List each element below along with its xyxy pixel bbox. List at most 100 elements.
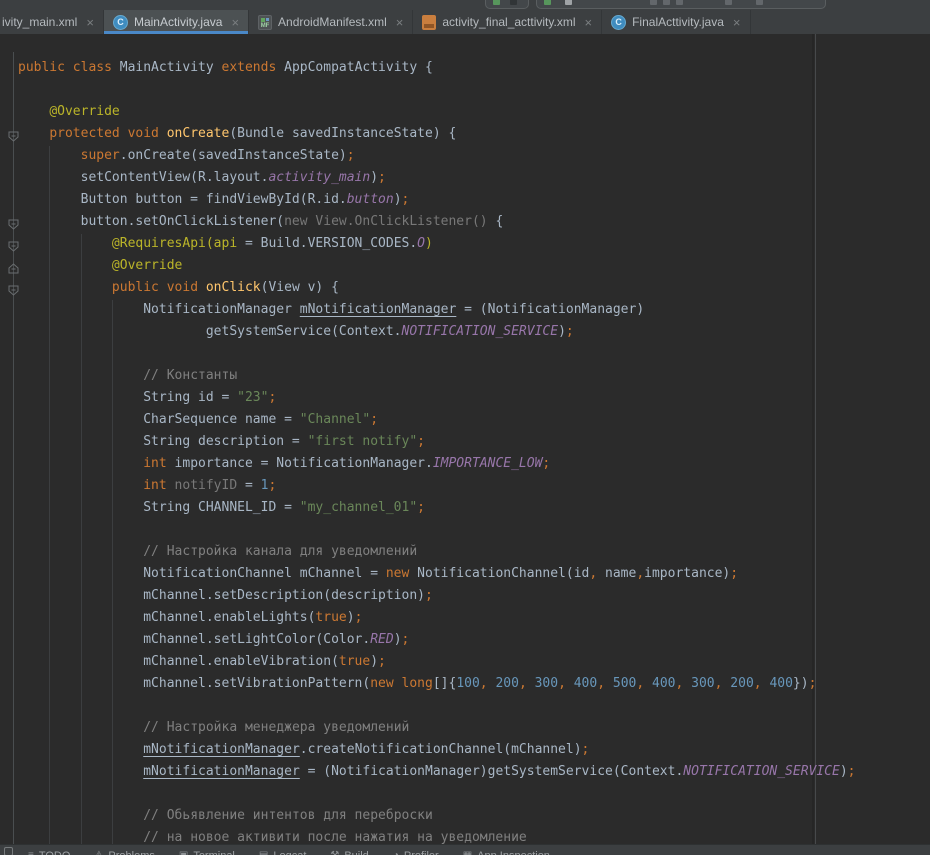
code-token: [18, 544, 143, 559]
code-token: 300: [535, 676, 558, 691]
code-block[interactable]: public class MainActivity extends AppCom…: [18, 57, 856, 844]
toolwindow-profiler[interactable]: ◔ Profiler: [393, 850, 439, 855]
code-line[interactable]: mChannel.enableVibration(true);: [18, 651, 856, 673]
code-line[interactable]: [18, 783, 856, 805]
code-token: ;: [268, 478, 276, 493]
code-line[interactable]: mNotificationManager.createNotificationC…: [18, 739, 856, 761]
code-line[interactable]: // Настройка канала для уведомлений: [18, 541, 856, 563]
code-line[interactable]: getSystemService(Context.NOTIFICATION_SE…: [18, 321, 856, 343]
code-token: [18, 368, 143, 383]
toolwindow-label: Logcat: [273, 850, 306, 855]
code-line[interactable]: // на новое активити после нажатия на ув…: [18, 827, 856, 844]
code-line[interactable]: // Обьявление интентов для переброски: [18, 805, 856, 827]
code-line[interactable]: [18, 343, 856, 365]
terminal-icon: ▣: [179, 851, 188, 855]
tab-activity-final-acttivity-xml[interactable]: activity_final_acttivity.xml ×: [413, 10, 602, 34]
code-line[interactable]: NotificationManager mNotificationManager…: [18, 299, 856, 321]
code-line[interactable]: mNotificationManager = (NotificationMana…: [18, 761, 856, 783]
code-line[interactable]: CharSequence name = "Channel";: [18, 409, 856, 431]
code-line[interactable]: mChannel.setVibrationPattern(new long[]{…: [18, 673, 856, 695]
code-token: @Override: [112, 258, 182, 273]
close-icon[interactable]: ×: [733, 16, 741, 29]
close-icon[interactable]: ×: [86, 16, 94, 29]
code-token: mNotificationManager: [300, 302, 457, 317]
window-layout-icon[interactable]: [4, 847, 13, 855]
code-line[interactable]: int notifyID = 1;: [18, 475, 856, 497]
code-token: setContentView(R.layout.: [18, 170, 268, 185]
code-line[interactable]: int importance = NotificationManager.IMP…: [18, 453, 856, 475]
close-icon[interactable]: ×: [396, 16, 404, 29]
code-token: 500: [613, 676, 636, 691]
code-token: NotificationManager: [18, 302, 300, 317]
code-token: "23": [237, 390, 268, 405]
code-token: button.setOnClickListener(: [18, 214, 284, 229]
code-line[interactable]: public class MainActivity extends AppCom…: [18, 57, 856, 79]
code-line[interactable]: button.setOnClickListener(new View.OnCli…: [18, 211, 856, 233]
code-editor[interactable]: public class MainActivity extends AppCom…: [0, 34, 930, 844]
code-line[interactable]: @Override: [18, 255, 856, 277]
close-icon[interactable]: ×: [231, 16, 239, 29]
code-token: 400: [652, 676, 675, 691]
code-line[interactable]: mChannel.setLightColor(Color.RED);: [18, 629, 856, 651]
code-line[interactable]: Button button = findViewById(R.id.button…: [18, 189, 856, 211]
tab-activity-main-xml[interactable]: ivity_main.xml ×: [0, 10, 104, 34]
tab-label: FinalActtivity.java: [632, 15, 724, 29]
code-token: ): [370, 654, 378, 669]
code-line[interactable]: protected void onCreate(Bundle savedInst…: [18, 123, 856, 145]
code-line[interactable]: @RequiresApi(api = Build.VERSION_CODES.O…: [18, 233, 856, 255]
toolwindow-terminal[interactable]: ▣ Terminal: [179, 850, 235, 855]
code-line[interactable]: public void onClick(View v) {: [18, 277, 856, 299]
code-token: 200: [730, 676, 753, 691]
java-class-icon: C: [113, 15, 128, 30]
toolwindow-build[interactable]: ⚒ Build: [330, 850, 368, 855]
code-line[interactable]: super.onCreate(savedInstanceState);: [18, 145, 856, 167]
code-token: // Константы: [143, 368, 237, 383]
code-token: [18, 148, 81, 163]
code-token: ,: [754, 676, 770, 691]
code-token: NotificationChannel(id: [417, 566, 589, 581]
code-token: [18, 478, 143, 493]
code-line[interactable]: String CHANNEL_ID = "my_channel_01";: [18, 497, 856, 519]
toolwindow-problems[interactable]: ⚠ Problems: [94, 850, 154, 855]
code-token: NOTIFICATION_SERVICE: [402, 324, 559, 339]
code-token: // Настройка канала для уведомлений: [143, 544, 417, 559]
code-token: ;: [378, 170, 386, 185]
device-run-widget[interactable]: [536, 0, 826, 9]
code-line[interactable]: String description = "first notify";: [18, 431, 856, 453]
code-token: = (NotificationManager)getSystemService(…: [300, 764, 684, 779]
code-token: .onCreate(savedInstanceState): [120, 148, 347, 163]
code-line[interactable]: // Настройка менеджера уведомлений: [18, 717, 856, 739]
code-token: ;: [417, 434, 425, 449]
code-token: public class: [18, 60, 120, 75]
code-line[interactable]: [18, 695, 856, 717]
tab-androidmanifest-xml[interactable]: MF AndroidManifest.xml ×: [249, 10, 413, 34]
code-line[interactable]: String id = "23";: [18, 387, 856, 409]
code-line[interactable]: // Константы: [18, 365, 856, 387]
code-line[interactable]: [18, 519, 856, 541]
code-token: onClick: [206, 280, 261, 295]
code-line[interactable]: setContentView(R.layout.activity_main);: [18, 167, 856, 189]
code-line[interactable]: [18, 79, 856, 101]
toolwindow-app-inspection[interactable]: ▦ App Inspection: [463, 850, 550, 855]
app-inspection-icon: ▦: [463, 851, 472, 855]
tab-mainactivity-java[interactable]: C MainActivity.java ×: [104, 10, 249, 34]
toolwindow-todo[interactable]: ≡ TODO: [28, 850, 70, 855]
code-line[interactable]: mChannel.setDescription(description);: [18, 585, 856, 607]
manifest-file-icon: MF: [258, 15, 272, 30]
code-token: ;: [809, 676, 817, 691]
tab-finalacttivity-java[interactable]: C FinalActtivity.java ×: [602, 10, 750, 34]
toolwindow-label: Profiler: [404, 850, 439, 855]
code-token: AppCompatActivity {: [284, 60, 433, 75]
code-token: = Build.VERSION_CODES.: [237, 236, 417, 251]
tab-label: activity_final_acttivity.xml: [442, 15, 575, 29]
code-token: true: [339, 654, 370, 669]
editor-tab-bar: ivity_main.xml × C MainActivity.java × M…: [0, 10, 930, 34]
close-icon[interactable]: ×: [585, 16, 593, 29]
run-config-widget[interactable]: [485, 0, 529, 9]
code-line[interactable]: mChannel.enableLights(true);: [18, 607, 856, 629]
code-token: O: [417, 236, 425, 251]
code-token: ,: [636, 566, 644, 581]
code-line[interactable]: NotificationChannel mChannel = new Notif…: [18, 563, 856, 585]
code-line[interactable]: @Override: [18, 101, 856, 123]
toolwindow-logcat[interactable]: ▤ Logcat: [259, 850, 306, 855]
